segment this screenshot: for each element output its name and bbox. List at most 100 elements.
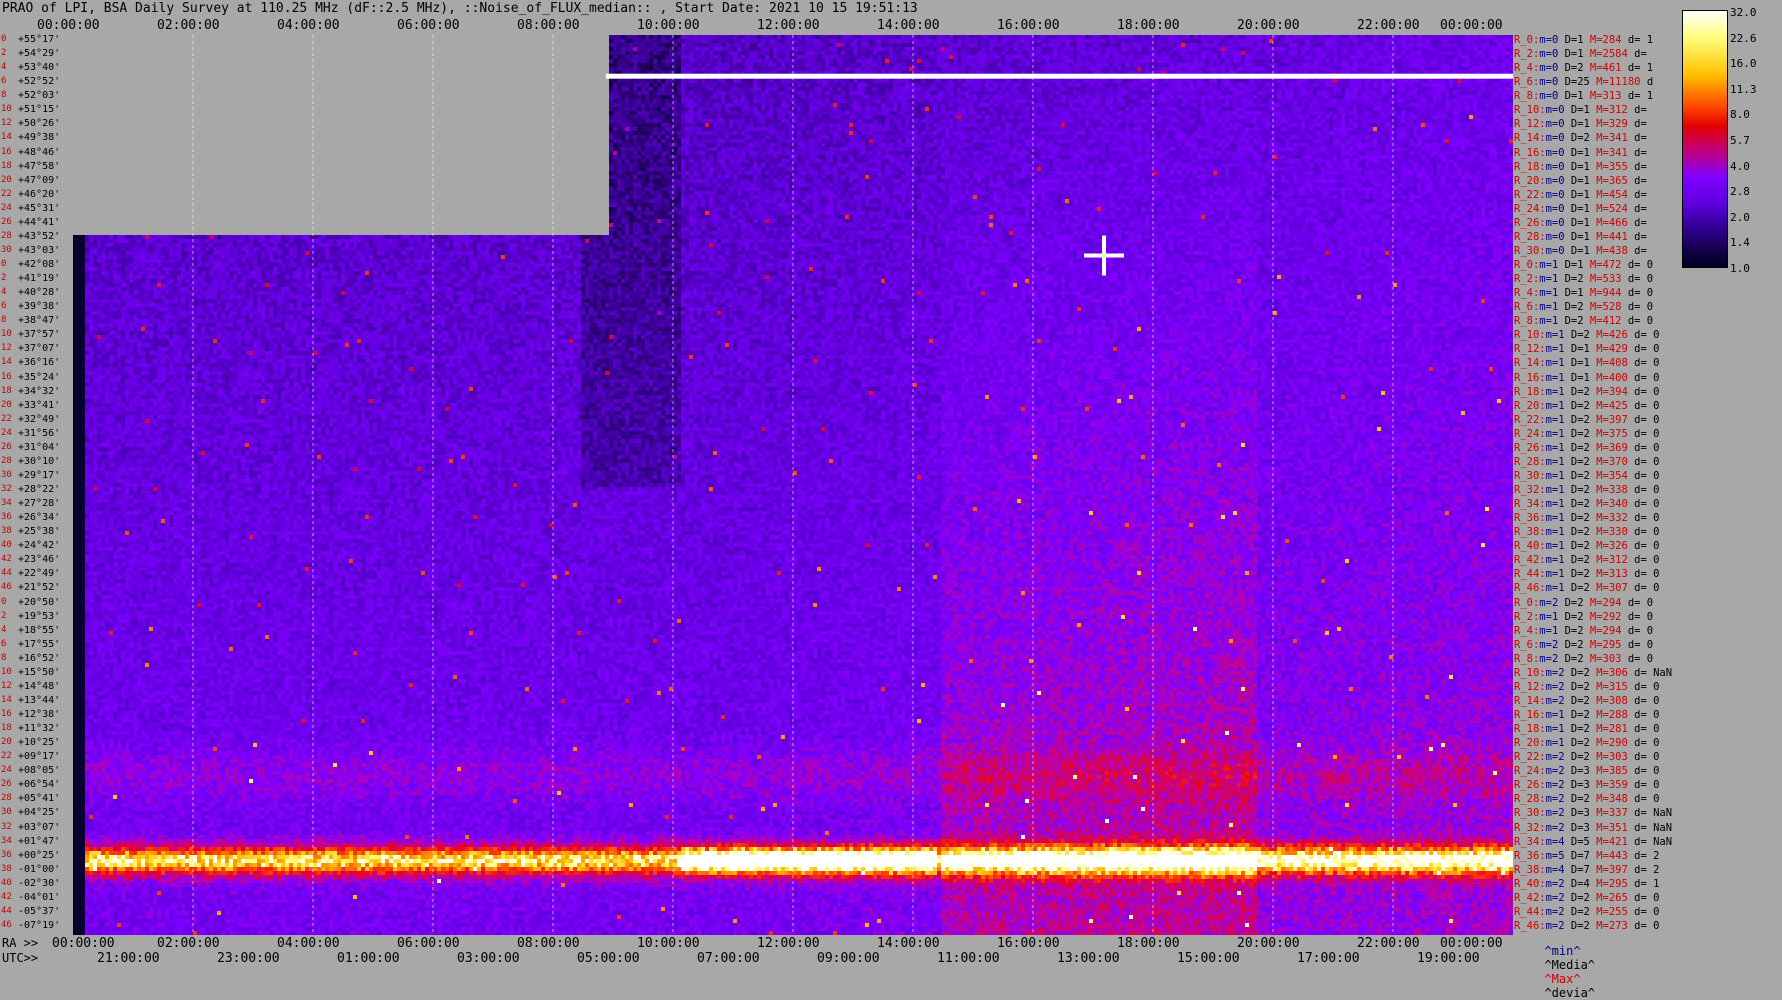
declination-axis: 0 +55°17' 2 +54°29' 4 +53°40' 6 +52°52' 8 +52°03'…: [0, 34, 72, 934]
receiver-devia: d=: [1634, 216, 1647, 229]
receiver-max: M=337: [1596, 807, 1628, 820]
receiver-max: M=365: [1596, 174, 1628, 187]
bottom-utc-tick-label: 23:00:00: [217, 951, 280, 966]
receiver-median: D=2: [1570, 427, 1590, 440]
receiver-devia: d= 0: [1634, 723, 1660, 736]
receiver-max: M=472: [1589, 259, 1622, 271]
receiver-median: D=7: [1570, 849, 1590, 862]
receiver-stat-row: R_26:m=0 D=1 M=466 d=: [1514, 217, 1647, 229]
receiver-devia: d= 0: [1634, 919, 1660, 932]
receiver-stat-row: R_18:m=1 D=2 M=281 d= 0: [1514, 723, 1659, 735]
declination-label: +38°47': [18, 315, 61, 327]
receiver-max: M=290: [1596, 737, 1628, 750]
receiver-devia: d= 0: [1634, 765, 1660, 778]
receiver-max: M=429: [1596, 343, 1628, 356]
declination-label: -02°30': [18, 877, 61, 889]
receiver-min: m=0: [1545, 104, 1565, 117]
colorbar-tick-label: 8.0: [1730, 108, 1750, 122]
declination-label: +25°38': [18, 526, 61, 538]
declination-label: +04°25': [18, 807, 61, 819]
receiver-name: R_6:: [1514, 76, 1540, 89]
receiver-stat-row: R_2:m=1 D=2 M=533 d= 0: [1514, 273, 1653, 285]
bottom-ra-tick-label: 16:00:00: [997, 936, 1060, 951]
receiver-min: m=2: [1545, 905, 1565, 918]
receiver-name: R_34:: [1514, 498, 1546, 511]
receiver-name: R_20:: [1514, 174, 1546, 187]
receiver-stat-row: R_10:m=1 D=2 M=426 d= 0: [1514, 329, 1659, 341]
receiver-devia: d= 0: [1634, 329, 1660, 342]
receiver-stat-row: R_14:m=2 D=2 M=308 d= 0: [1514, 695, 1659, 707]
declination-label: +32°49': [18, 413, 61, 425]
receiver-median: D=2: [1570, 413, 1590, 426]
receiver-min: m=2: [1545, 877, 1565, 890]
row-index-label: 6: [1, 301, 7, 312]
receiver-max: M=307: [1596, 582, 1628, 595]
colorbar-tick-label: 11.3: [1730, 82, 1757, 96]
declination-label: +52°03': [18, 90, 61, 102]
receiver-name: R_8:: [1514, 90, 1540, 103]
receiver-name: R_22:: [1514, 413, 1546, 426]
receiver-devia: d= 0: [1634, 751, 1660, 764]
receiver-median: D=1: [1570, 371, 1590, 384]
receiver-median: D=1: [1564, 34, 1584, 46]
declination-label: +46°20': [18, 188, 61, 200]
receiver-devia: d= 0: [1634, 498, 1660, 511]
receiver-min: m=0: [1545, 132, 1565, 145]
row-index-label: 22: [1, 413, 12, 424]
colorbar-tick-label: 2.0: [1730, 210, 1750, 224]
receiver-devia: d= NaN: [1634, 666, 1673, 679]
receiver-median: D=2: [1570, 469, 1590, 482]
receiver-max: M=412: [1589, 315, 1622, 328]
receiver-median: D=3: [1570, 779, 1590, 792]
declination-label: +50°26': [18, 118, 61, 130]
receiver-max: M=370: [1596, 455, 1628, 468]
receiver-name: R_30:: [1514, 469, 1546, 482]
receiver-min: m=1: [1545, 737, 1565, 750]
receiver-stat-row: R_28:m=1 D=2 M=370 d= 0: [1514, 456, 1659, 468]
declination-label: +00°25': [18, 849, 61, 861]
receiver-min: m=1: [1539, 301, 1559, 314]
receiver-devia: d= 0: [1634, 694, 1660, 707]
declination-label: +22°49': [18, 568, 61, 580]
receiver-median: D=3: [1570, 765, 1590, 778]
row-index-label: 40: [1, 877, 12, 888]
receiver-median: D=2: [1564, 610, 1584, 623]
bottom-ra-tick-label: 04:00:00: [277, 936, 340, 951]
receiver-min: m=1: [1545, 455, 1565, 468]
receiver-devia: d= 1: [1627, 90, 1654, 103]
receiver-max: M=397: [1596, 413, 1628, 426]
receiver-devia: d=: [1634, 174, 1647, 187]
receiver-devia: d= 0: [1627, 287, 1654, 300]
receiver-devia: d= 0: [1634, 540, 1660, 553]
receiver-name: R_14:: [1514, 132, 1546, 145]
declination-label: +24°42': [18, 540, 61, 552]
receiver-min: m=2: [1545, 765, 1565, 778]
receiver-max: M=340: [1596, 498, 1628, 511]
receiver-median: D=2: [1570, 694, 1590, 707]
receiver-max: M=441: [1596, 230, 1628, 243]
receiver-stat-row: R_28:m=0 D=1 M=441 d=: [1514, 231, 1647, 243]
receiver-min: m=1: [1545, 582, 1565, 595]
receiver-stat-row: R_22:m=0 D=1 M=454 d=: [1514, 189, 1647, 201]
declination-label: +29°17': [18, 469, 61, 481]
declination-label: +31°56': [18, 427, 61, 439]
declination-label: +12°38': [18, 709, 61, 720]
receiver-name: R_28:: [1514, 793, 1546, 806]
receiver-min: m=1: [1539, 273, 1559, 286]
receiver-min: m=2: [1539, 652, 1559, 665]
receiver-min: m=2: [1545, 793, 1565, 806]
row-index-label: 22: [1, 188, 12, 199]
bottom-ra-tick-label: 12:00:00: [757, 936, 820, 951]
receiver-median: D=2: [1570, 751, 1590, 764]
receiver-max: M=306: [1596, 666, 1628, 679]
receiver-stat-row: R_46:m=1 D=2 M=307 d= 0: [1514, 582, 1659, 594]
receiver-min: m=0: [1545, 244, 1565, 257]
bottom-ra-tick-label: 02:00:00: [157, 936, 220, 951]
receiver-max: M=303: [1589, 652, 1622, 665]
receiver-min: m=1: [1545, 484, 1565, 496]
receiver-min: m=1: [1545, 709, 1565, 721]
receiver-name: R_28:: [1514, 455, 1546, 468]
row-index-label: 14: [1, 132, 12, 143]
declination-label: +44°41': [18, 216, 61, 228]
receiver-median: D=1: [1570, 160, 1590, 173]
